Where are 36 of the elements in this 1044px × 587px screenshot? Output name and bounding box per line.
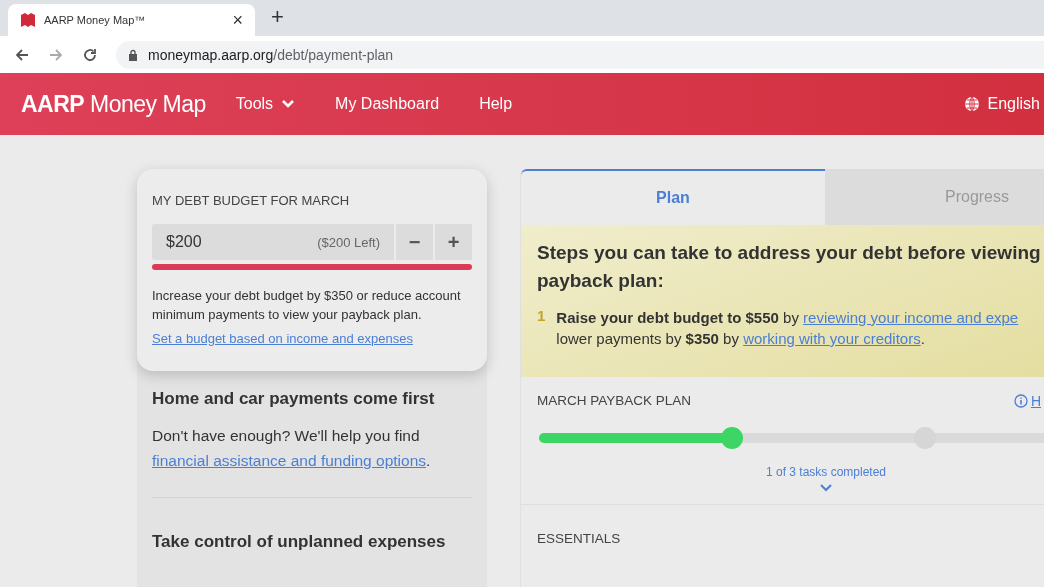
essentials-title: ESSENTIALS	[537, 531, 621, 546]
budget-input[interactable]: $200 ($200 Left)	[152, 224, 394, 260]
tasks-status[interactable]: 1 of 3 tasks completed	[537, 465, 1044, 479]
section-text: Don't have enough? We'll help you find financial assistance and funding options.	[152, 426, 432, 471]
nav-link[interactable]: My Dashboard	[335, 95, 440, 113]
steps-heading: Steps you can take to address your debt before viewing payback plan:	[537, 241, 1042, 293]
back-icon[interactable]	[14, 46, 30, 63]
cut-off-link[interactable]: H	[1030, 393, 1041, 409]
decrease-button[interactable]: −	[396, 224, 433, 260]
chevron-icon[interactable]	[819, 483, 833, 492]
globe-icon	[963, 96, 980, 112]
map-icon	[20, 13, 36, 27]
close-icon[interactable]: ×	[232, 9, 243, 31]
step-number: 1	[537, 307, 546, 326]
creditors-link[interactable]: working with your creditors	[743, 330, 921, 347]
logo[interactable]: AARP Money Map	[21, 90, 206, 118]
lock-icon	[128, 48, 138, 61]
nav-menu[interactable]: Tools	[235, 95, 296, 113]
nav-link[interactable]: Help	[479, 95, 513, 113]
budget-link[interactable]: Set a budget based on income and expenses	[152, 331, 413, 346]
language-selector[interactable]: English	[987, 95, 1040, 113]
budget-message: Increase your debt budget by $350 or reduce account minimum payments to view your payback plan.	[152, 287, 462, 324]
reload-icon[interactable]	[82, 46, 98, 63]
tab-title[interactable]: AARP Money Map™	[44, 14, 225, 26]
step-text: Raise your debt budget to $550 by reviewing your income and expe lower payments by $350 by working with your creditors.	[556, 308, 1019, 349]
progress-step-dot	[721, 427, 744, 449]
income-link[interactable]: reviewing your income and expe	[803, 309, 1019, 326]
new-tab-button[interactable]: +	[271, 4, 284, 30]
budget-title: MY DEBT BUDGET FOR MARCH	[152, 193, 351, 208]
increase-button[interactable]: +	[435, 224, 472, 260]
info-icon	[1013, 394, 1028, 408]
address-bar[interactable]: moneymap.aarp.org/debt/payment-plan	[116, 40, 1044, 69]
payback-title: MARCH PAYBACK PLAN	[537, 393, 692, 409]
chevron-icon	[281, 99, 296, 109]
section-heading: Home and car payments come first	[152, 389, 436, 409]
section-heading: Take control of unplanned expenses	[152, 532, 447, 552]
